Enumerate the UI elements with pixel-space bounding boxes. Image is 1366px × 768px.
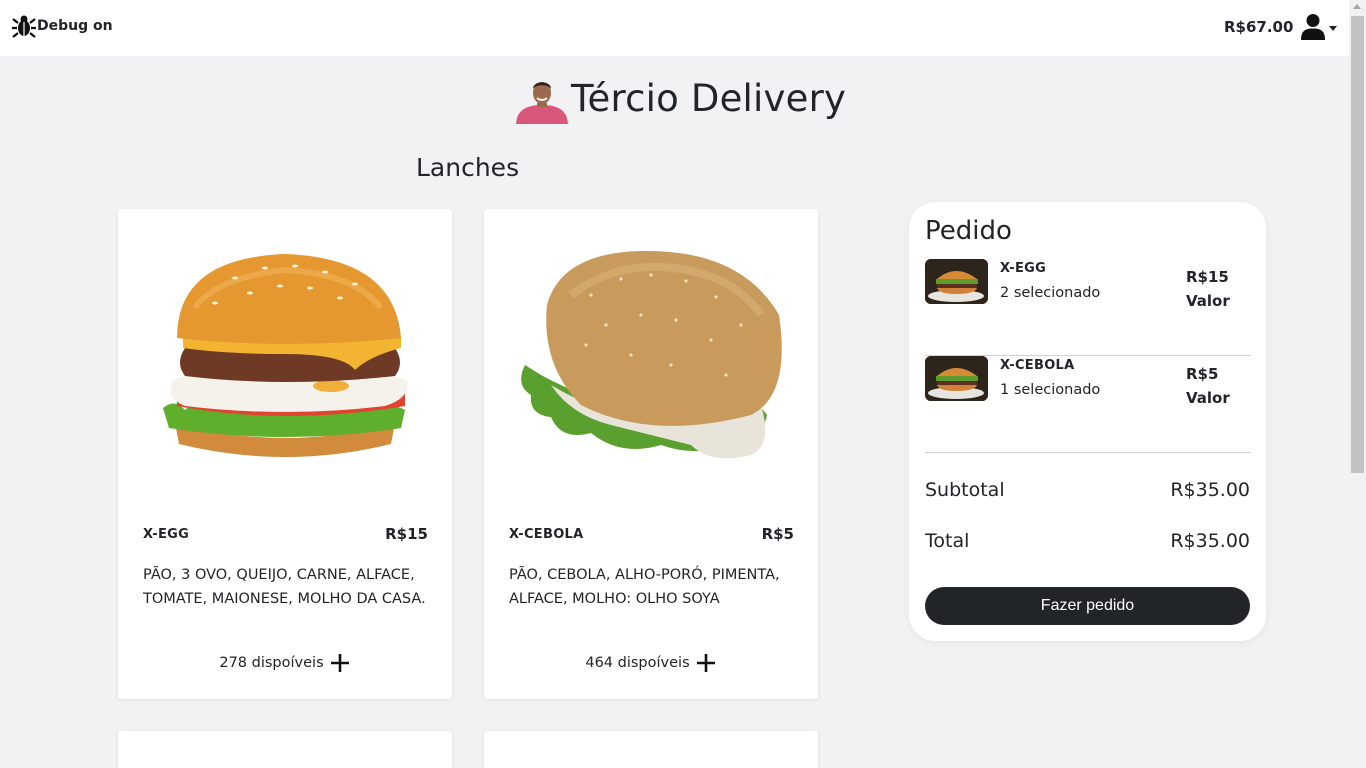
wallet-balance: R$67.00 (1224, 18, 1294, 36)
order-item-price-label: Valor (1186, 292, 1230, 310)
order-item-price-value: R$5 (1186, 365, 1219, 383)
debug-toggle[interactable]: Debug on (12, 13, 113, 39)
product-card (484, 731, 818, 768)
chevron-down-icon (1329, 25, 1337, 31)
order-item-name: X-CEBOLA (1000, 358, 1075, 373)
product-card: X-CEBOLA R$5 PÃO, CEBOLA, ALHO-PORÓ, PIM… (484, 209, 818, 699)
scrollbar-thumb[interactable] (1351, 16, 1364, 473)
user-icon (1301, 14, 1325, 40)
section-title: Lanches (416, 153, 520, 182)
product-stock: 464 dispoíveis (484, 652, 818, 674)
product-description: PÃO, 3 OVO, QUEIJO, CARNE, ALFACE, TOMAT… (143, 567, 426, 607)
order-item-image (925, 259, 988, 304)
subtotal-row: Subtotal R$35.00 (925, 479, 1250, 501)
product-image (484, 209, 818, 509)
product-card: X-EGG R$15 PÃO, 3 OVO, QUEIJO, CARNE, AL… (118, 209, 452, 699)
total-row: Total R$35.00 (925, 530, 1250, 552)
subtotal-value: R$35.00 (1170, 479, 1250, 501)
order-item-price-value: R$15 (1186, 268, 1229, 286)
order-item-quantity: 1 selecionado (1000, 382, 1101, 398)
order-item: X-CEBOLA 1 selecionado R$5 Valor (925, 356, 1250, 453)
top-navbar: Debug on R$67.00 (0, 0, 1349, 56)
order-panel: Pedido X-EGG 2 selecionado R$15 Valor X-… (909, 202, 1266, 641)
product-description: PÃO, CEBOLA, ALHO-PORÓ, PIMENTA, ALFACE,… (509, 567, 780, 607)
order-item: X-EGG 2 selecionado R$15 Valor (925, 259, 1250, 356)
brand-header: Tércio Delivery (514, 74, 846, 124)
product-name: X-EGG (143, 527, 190, 542)
order-title: Pedido (925, 216, 1012, 246)
order-item-price-label: Valor (1186, 389, 1230, 407)
user-menu-dropdown[interactable] (1301, 12, 1341, 42)
bug-icon (12, 15, 36, 38)
scroll-up-icon[interactable] (1353, 4, 1361, 9)
page-scrollbar[interactable] (1349, 0, 1366, 768)
page-title: Tércio Delivery (571, 77, 847, 120)
product-name: X-CEBOLA (509, 527, 584, 542)
product-card (118, 731, 452, 768)
place-order-button[interactable]: Fazer pedido (925, 587, 1250, 625)
total-label: Total (925, 530, 970, 552)
stock-label: 464 dispoíveis (585, 655, 690, 671)
total-value: R$35.00 (1170, 530, 1250, 552)
order-item-price: R$5 Valor (1186, 362, 1230, 410)
plus-icon[interactable] (695, 652, 717, 674)
product-price: R$5 (761, 525, 794, 543)
subtotal-label: Subtotal (925, 479, 1005, 501)
order-item-price: R$15 Valor (1186, 265, 1230, 313)
order-item-name: X-EGG (1000, 261, 1047, 276)
order-item-image (925, 356, 988, 401)
order-item-quantity: 2 selecionado (1000, 285, 1101, 301)
stock-label: 278 dispoíveis (219, 655, 324, 671)
product-image (118, 209, 452, 509)
debug-label: Debug on (37, 18, 113, 34)
plus-icon[interactable] (329, 652, 351, 674)
product-stock: 278 dispoíveis (118, 652, 452, 674)
avatar (514, 74, 570, 124)
product-price: R$15 (385, 525, 428, 543)
